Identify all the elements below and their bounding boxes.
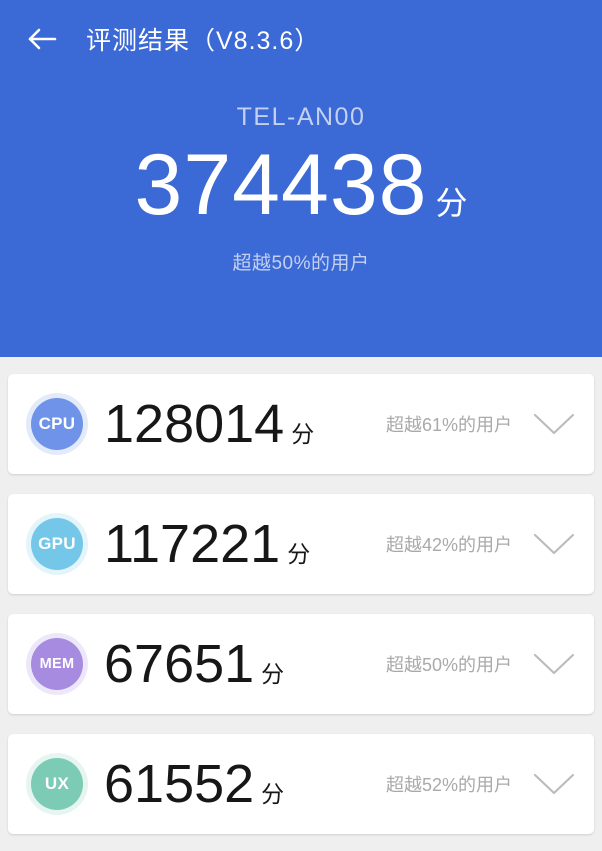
arrow-left-icon	[25, 24, 59, 54]
cpu-expand-button[interactable]	[528, 411, 580, 437]
chevron-down-icon	[532, 411, 576, 437]
score-card-mem[interactable]: MEM 67651 分 超越50%的用户	[8, 614, 594, 714]
badge-core: UX	[31, 758, 83, 810]
mem-score-block: 67651 分	[104, 637, 284, 691]
page-title: 评测结果（V8.3.6）	[86, 27, 321, 55]
score-card-gpu[interactable]: GPU 117221 分 超越42%的用户	[8, 494, 594, 594]
mem-expand-button[interactable]	[528, 651, 580, 677]
ux-rank-text: 超越52%的用户	[385, 775, 512, 795]
cpu-badge: CPU	[26, 393, 88, 455]
ux-badge: UX	[26, 753, 88, 815]
mem-score-value: 67651	[104, 634, 255, 694]
app-bar: 评测结果（V8.3.6）	[0, 0, 602, 78]
score-card-list: CPU 128014 分 超越61%的用户 GPU 117221 分 超越42%…	[0, 357, 602, 834]
total-score-value: 374438	[134, 136, 428, 233]
cpu-score-value: 128014	[104, 394, 285, 454]
mem-rank-text: 超越50%的用户	[385, 655, 512, 675]
mem-badge: MEM	[26, 633, 88, 695]
cpu-score-block: 128014 分	[104, 397, 314, 451]
back-button[interactable]	[22, 19, 62, 59]
ux-expand-button[interactable]	[528, 771, 580, 797]
ux-score-block: 61552 分	[104, 757, 284, 811]
gpu-expand-button[interactable]	[528, 531, 580, 557]
gpu-rank-text: 超越42%的用户	[385, 535, 512, 555]
hero-summary: TEL-AN00 374438 分 超越50%的用户	[0, 103, 602, 275]
cpu-score-unit: 分	[291, 421, 315, 447]
gpu-badge: GPU	[26, 513, 88, 575]
badge-core: CPU	[31, 398, 83, 450]
score-card-ux[interactable]: UX 61552 分 超越52%的用户	[8, 734, 594, 834]
result-hero-panel: 评测结果（V8.3.6） TEL-AN00 374438 分 超越50%的用户	[0, 0, 602, 357]
chevron-down-icon	[532, 651, 576, 677]
mem-score-unit: 分	[261, 661, 285, 687]
ux-score-value: 61552	[104, 754, 255, 814]
gpu-score-value: 117221	[104, 514, 281, 574]
badge-core: GPU	[31, 518, 83, 570]
gpu-score-unit: 分	[287, 541, 311, 567]
total-rank-text: 超越50%的用户	[232, 252, 370, 274]
cpu-rank-text: 超越61%的用户	[385, 415, 512, 435]
gpu-score-block: 117221 分	[104, 517, 310, 571]
chevron-down-icon	[532, 771, 576, 797]
total-score-unit: 分	[435, 184, 468, 221]
total-score-row: 374438 分	[0, 136, 602, 233]
chevron-down-icon	[532, 531, 576, 557]
device-model-label: TEL-AN00	[236, 103, 366, 131]
score-card-cpu[interactable]: CPU 128014 分 超越61%的用户	[8, 374, 594, 474]
badge-core: MEM	[31, 638, 83, 690]
ux-score-unit: 分	[261, 781, 285, 807]
